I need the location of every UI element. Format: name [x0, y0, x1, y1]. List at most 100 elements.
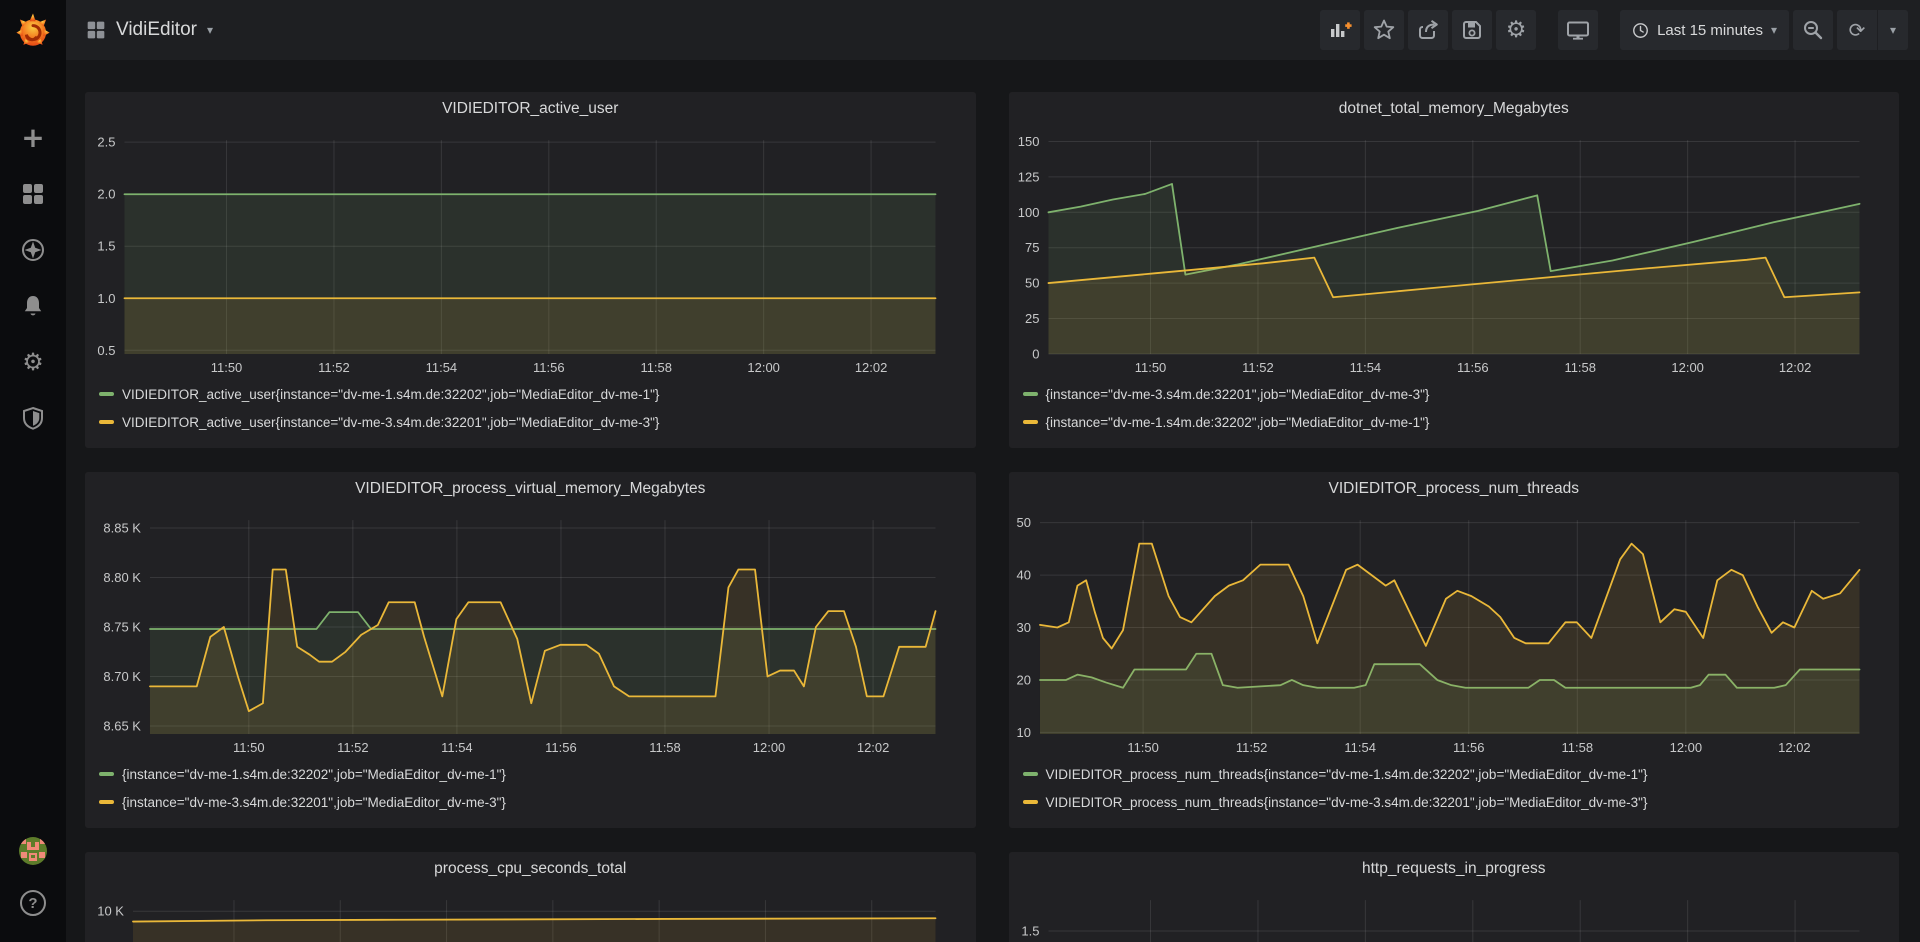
gear-icon: ⚙ [1506, 19, 1527, 42]
legend-item[interactable]: VIDIEDITOR_process_num_threads{instance=… [1023, 760, 1900, 788]
panel-title[interactable]: process_cpu_seconds_total [85, 852, 976, 886]
panel-dotnet-total-memory: dotnet_total_memory_Megabytes 11:50 11:52… [1009, 92, 1900, 448]
legend-series-swatch [1023, 420, 1038, 424]
zoom-out-button[interactable] [1793, 10, 1833, 50]
sidebar-item-dashboards[interactable] [21, 182, 45, 206]
panel-title[interactable]: dotnet_total_memory_Megabytes [1009, 92, 1900, 126]
refresh-group: ⟳ ▾ [1837, 10, 1908, 50]
refresh-button[interactable]: ⟳ [1837, 10, 1877, 50]
svg-text:1.5: 1.5 [1021, 924, 1039, 939]
question-icon: ? [28, 895, 37, 912]
sidebar: + ⚙ [0, 0, 66, 942]
sidebar-item-create[interactable]: + [21, 126, 45, 150]
legend-item[interactable]: VIDIEDITOR_active_user{instance="dv-me-3… [99, 408, 976, 436]
grafana-logo[interactable] [0, 0, 66, 60]
sidebar-item-explore[interactable] [21, 238, 45, 262]
svg-text:11:50: 11:50 [1134, 360, 1166, 375]
svg-text:11:58: 11:58 [1564, 360, 1596, 375]
legend-series-label: VIDIEDITOR_active_user{instance="dv-me-3… [122, 415, 659, 430]
timeseries-chart[interactable]: 11:5011:5211:5411:5611:5812:0012:0210 K9… [85, 886, 976, 942]
svg-text:100: 100 [1017, 205, 1039, 220]
favorite-button[interactable] [1364, 10, 1404, 50]
panel-title[interactable]: http_requests_in_progress [1009, 852, 1900, 886]
svg-text:8.85 K: 8.85 K [103, 520, 141, 535]
chevron-down-icon: ▾ [1890, 23, 1896, 37]
svg-text:12:02: 12:02 [1778, 360, 1811, 375]
zoom-out-icon [1801, 18, 1825, 42]
svg-text:0: 0 [1032, 346, 1039, 361]
plus-icon: + [21, 124, 44, 152]
user-avatar[interactable] [18, 836, 48, 866]
panel-title[interactable]: VIDIEDITOR_process_num_threads [1009, 472, 1900, 506]
settings-button[interactable]: ⚙ [1496, 10, 1536, 50]
legend-series-label: {instance="dv-me-3.s4m.de:32201",job="Me… [122, 795, 506, 810]
timeseries-chart[interactable]: 11:5011:5211:5411:5611:5812:0012:0210203… [1009, 506, 1900, 758]
legend-item[interactable]: VIDIEDITOR_active_user{instance="dv-me-1… [99, 380, 976, 408]
svg-text:30: 30 [1016, 620, 1030, 635]
legend-series-label: {instance="dv-me-1.s4m.de:32202",job="Me… [122, 767, 506, 782]
svg-text:12:00: 12:00 [747, 360, 780, 375]
svg-text:8.70 K: 8.70 K [103, 669, 141, 684]
svg-text:2.0: 2.0 [97, 187, 115, 202]
share-button[interactable] [1408, 10, 1448, 50]
legend-item[interactable]: {instance="dv-me-3.s4m.de:32201",job="Me… [99, 788, 976, 816]
svg-text:12:02: 12:02 [1778, 740, 1811, 755]
svg-text:12:00: 12:00 [1671, 360, 1704, 375]
svg-text:11:52: 11:52 [1242, 360, 1274, 375]
timeseries-chart[interactable]: 11:5011:5211:5411:5611:5812:0012:020.51.… [85, 126, 976, 378]
svg-text:50: 50 [1025, 276, 1039, 291]
svg-text:10 K: 10 K [97, 904, 124, 919]
panel-process-virtual-memory: VIDIEDITOR_process_virtual_memory_Megaby… [85, 472, 976, 828]
svg-text:12:00: 12:00 [753, 740, 786, 755]
legend-item[interactable]: {instance="dv-me-1.s4m.de:32202",job="Me… [1023, 408, 1900, 436]
sidebar-item-alerting[interactable] [21, 294, 45, 318]
svg-text:150: 150 [1017, 134, 1039, 149]
svg-text:11:52: 11:52 [318, 360, 350, 375]
avatar [18, 836, 48, 866]
chart-legend: VIDIEDITOR_process_num_threads{instance=… [1009, 758, 1900, 816]
svg-text:12:02: 12:02 [855, 360, 888, 375]
svg-text:125: 125 [1017, 169, 1039, 184]
legend-item[interactable]: {instance="dv-me-3.s4m.de:32201",job="Me… [1023, 380, 1900, 408]
svg-text:50: 50 [1016, 515, 1030, 530]
svg-text:11:52: 11:52 [1235, 740, 1267, 755]
svg-text:11:58: 11:58 [649, 740, 681, 755]
sidebar-item-server-admin[interactable] [21, 406, 45, 430]
svg-text:11:50: 11:50 [211, 360, 243, 375]
help-button[interactable]: ? [20, 890, 46, 916]
save-button[interactable] [1452, 10, 1492, 50]
svg-text:11:58: 11:58 [640, 360, 672, 375]
svg-text:11:54: 11:54 [426, 360, 458, 375]
legend-series-label: VIDIEDITOR_active_user{instance="dv-me-1… [122, 387, 659, 402]
timeseries-chart[interactable]: 11:5011:5211:5411:5611:5812:0012:028.65 … [85, 506, 976, 758]
legend-item[interactable]: VIDIEDITOR_process_num_threads{instance=… [1023, 788, 1900, 816]
refresh-interval-button[interactable]: ▾ [1878, 10, 1908, 50]
add-panel-icon [1328, 18, 1352, 42]
add-panel-button[interactable] [1320, 10, 1360, 50]
time-range-picker[interactable]: Last 15 minutes ▾ [1620, 10, 1789, 50]
timeseries-chart[interactable]: 11:5011:5211:5411:5611:5812:0012:0202550… [1009, 126, 1900, 378]
svg-text:1.5: 1.5 [97, 239, 115, 254]
svg-text:11:56: 11:56 [1457, 360, 1489, 375]
panel-title[interactable]: VIDIEDITOR_active_user [85, 92, 976, 126]
panel-title[interactable]: VIDIEDITOR_process_virtual_memory_Megaby… [85, 472, 976, 506]
dashboard-title: VidiEditor [116, 19, 197, 41]
svg-text:10: 10 [1016, 725, 1030, 740]
svg-text:11:56: 11:56 [533, 360, 565, 375]
navbar: VidiEditor ▾ [66, 0, 1920, 60]
svg-text:8.75 K: 8.75 K [103, 620, 141, 635]
dashboard-grid-icon [86, 20, 106, 40]
sidebar-item-configuration[interactable]: ⚙ [21, 350, 45, 374]
svg-text:11:50: 11:50 [1127, 740, 1159, 755]
panel-process-num-threads: VIDIEDITOR_process_num_threads 11:50 11:5… [1009, 472, 1900, 828]
cycle-view-button[interactable] [1558, 10, 1598, 50]
timeseries-chart[interactable]: 11:5011:5211:5411:5611:5812:0012:021.51.… [1009, 886, 1900, 942]
grid-icon [21, 182, 45, 206]
legend-item[interactable]: {instance="dv-me-1.s4m.de:32202",job="Me… [99, 760, 976, 788]
save-icon [1460, 18, 1484, 42]
bell-icon [21, 294, 45, 318]
svg-text:1.0: 1.0 [97, 291, 115, 306]
dashboard-grid: VIDIEDITOR_active_user 11:5011:5211:5411… [66, 60, 1920, 942]
dashboard-picker[interactable]: VidiEditor ▾ [86, 19, 213, 41]
chevron-down-icon: ▾ [207, 23, 213, 37]
